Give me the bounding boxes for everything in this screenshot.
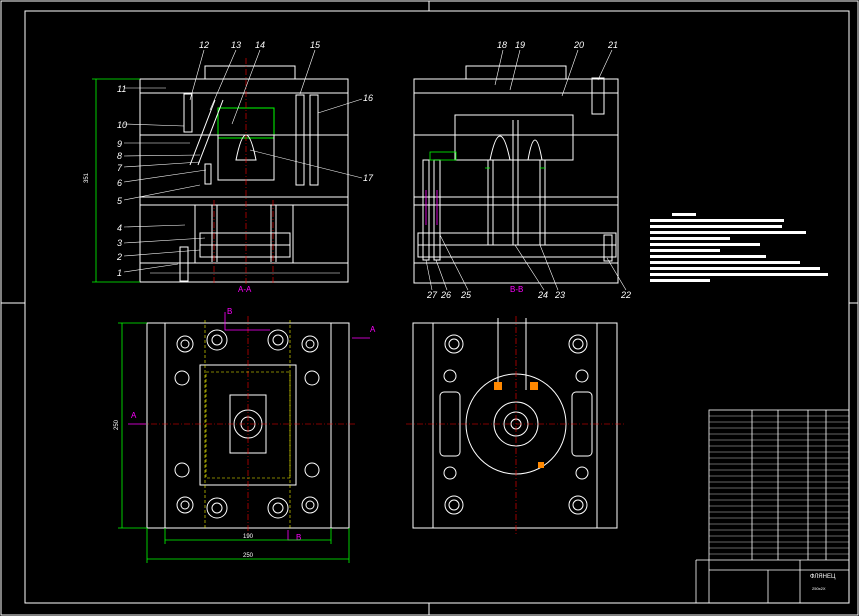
mold-assembly-drawing: 351 1 2 3 4 5 6 7 8 9 10 11 12 13 14 15 …	[0, 0, 859, 616]
callout-25: 25	[460, 290, 472, 300]
callout-4: 4	[117, 223, 122, 233]
cut-label-a-right: A	[370, 325, 376, 334]
cut-label-b-bottom: B	[296, 533, 301, 542]
title-block-name: ФЛЯНЕЦ	[810, 574, 836, 580]
callout-19: 19	[515, 40, 525, 50]
plan-height-dimension: 250	[114, 419, 120, 430]
callout-23: 23	[554, 290, 565, 300]
technical-requirements	[650, 213, 828, 282]
callout-5: 5	[117, 196, 123, 206]
callout-11: 11	[117, 84, 126, 94]
callout-24: 24	[537, 290, 548, 300]
view-label-aa: A-A	[238, 285, 252, 294]
callout-7: 7	[117, 163, 123, 173]
section-view-aa-hatching	[140, 92, 348, 274]
callout-17: 17	[363, 173, 374, 183]
callout-6: 6	[117, 178, 122, 188]
callout-22: 22	[620, 290, 631, 300]
plan-dimensions	[118, 322, 350, 563]
callout-1: 1	[117, 268, 122, 278]
plan-outer-width-dimension: 250	[243, 553, 254, 559]
callout-14: 14	[255, 40, 265, 50]
plan-inner-width-dimension: 190	[243, 534, 254, 540]
callout-8: 8	[117, 151, 122, 161]
height-dimension-value: 351	[84, 172, 90, 183]
callout-12: 12	[199, 40, 209, 50]
title-block-rows	[709, 415, 849, 555]
title-block-code: 250x2X	[812, 586, 826, 591]
right-leaders	[425, 49, 627, 291]
section-view-aa-centerlines	[213, 58, 274, 284]
callout-26: 26	[440, 290, 451, 300]
section-view-bb	[413, 65, 619, 284]
callout-2: 2	[116, 252, 122, 262]
plan-view-section-cuts	[128, 312, 370, 541]
plan-view-fixed-centerlines	[406, 316, 624, 535]
plan-view-fixed-half	[412, 318, 618, 529]
section-view-aa	[139, 65, 349, 283]
section-view-bb-hidden	[425, 190, 438, 225]
callout-3: 3	[117, 238, 122, 248]
cut-label-a-left: A	[131, 411, 137, 420]
callout-20: 20	[573, 40, 584, 50]
callout-13: 13	[231, 40, 241, 50]
plan-view-fixed-accents	[494, 382, 544, 468]
view-label-bb: B-B	[510, 285, 523, 294]
callout-16: 16	[363, 93, 373, 103]
callout-15: 15	[310, 40, 321, 50]
callout-18: 18	[497, 40, 507, 50]
cut-label-b-top: B	[227, 307, 232, 316]
callout-27: 27	[426, 290, 438, 300]
callout-10: 10	[117, 120, 127, 130]
plan-view-centerlines	[140, 316, 356, 535]
callout-21: 21	[607, 40, 618, 50]
callout-9: 9	[117, 139, 122, 149]
left-leaders	[123, 49, 363, 273]
